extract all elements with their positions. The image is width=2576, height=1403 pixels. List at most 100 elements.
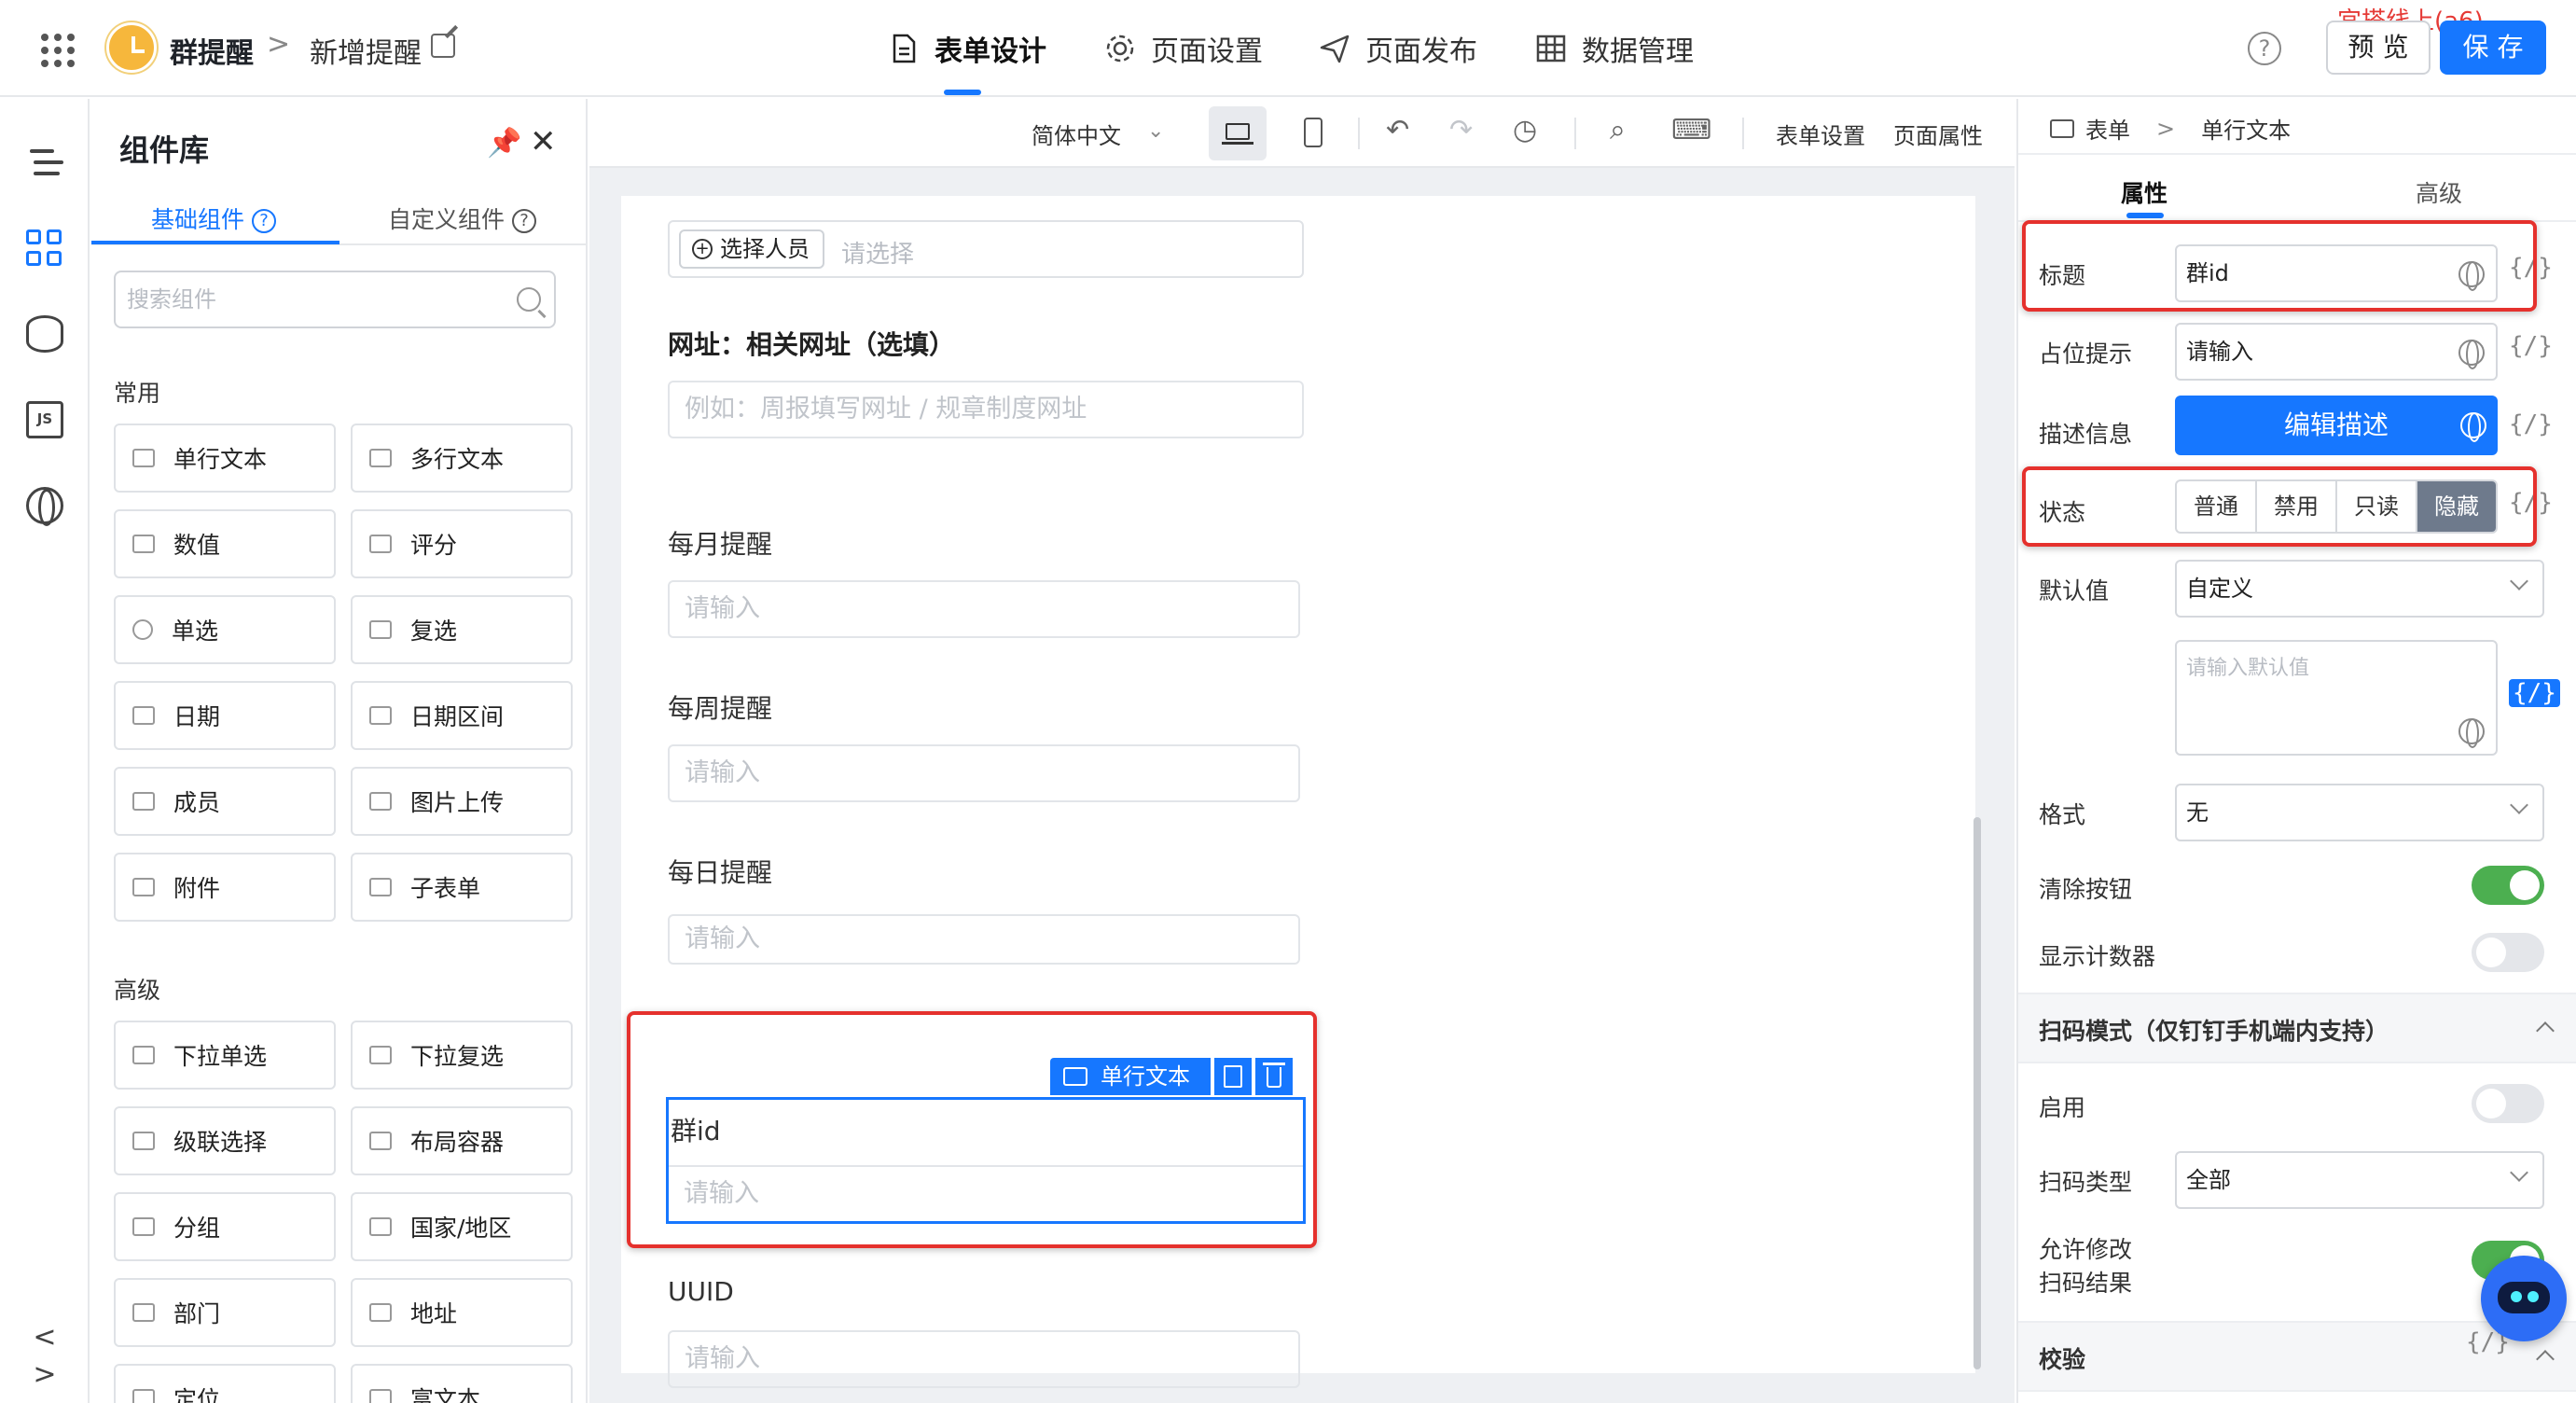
language-select[interactable]: 简体中文 <box>1032 118 1121 150</box>
app-name[interactable]: 群提醒 <box>170 30 254 71</box>
pin-icon[interactable]: 📌 <box>487 127 521 160</box>
component-item[interactable]: 单行文本 <box>114 424 336 493</box>
variable-binding-icon[interactable]: {/} <box>2509 679 2560 707</box>
i18n-globe-icon[interactable] <box>26 487 63 526</box>
member-picker[interactable]: + 选择人员 请选择 <box>668 220 1304 278</box>
scan-enable-toggle[interactable] <box>2472 1084 2544 1123</box>
code-icon[interactable]: < > <box>26 1319 63 1391</box>
edit-name-icon[interactable] <box>431 34 455 58</box>
highlight-annotation <box>2022 220 2537 312</box>
search-icon[interactable] <box>517 287 541 312</box>
component-type-icon <box>132 792 155 811</box>
default-mode-select[interactable]: 自定义 <box>2175 560 2544 618</box>
component-item[interactable]: 富文本 <box>351 1364 573 1403</box>
component-item[interactable]: 分组 <box>114 1192 336 1261</box>
mobile-view-icon[interactable] <box>1304 118 1323 147</box>
component-type-icon <box>369 878 392 896</box>
scan-type-select[interactable]: 全部 <box>2175 1151 2544 1209</box>
uuid-input[interactable]: 请输入 <box>668 1330 1300 1388</box>
counter-toggle[interactable] <box>2472 933 2544 972</box>
scan-type-label: 扫码类型 <box>2039 1169 2133 1196</box>
help-icon[interactable]: ? <box>2248 32 2281 65</box>
component-item[interactable]: 布局容器 <box>351 1106 573 1175</box>
clear-button-toggle[interactable] <box>2472 866 2544 905</box>
component-item[interactable]: 复选 <box>351 595 573 664</box>
tab-custom-components[interactable]: 自定义组件? <box>388 201 537 235</box>
placeholder-input[interactable]: 请输入 <box>2175 323 2498 381</box>
component-item[interactable]: 级联选择 <box>114 1106 336 1175</box>
select-person-button[interactable]: + 选择人员 <box>679 229 824 269</box>
component-item[interactable]: 图片上传 <box>351 767 573 836</box>
component-item-label: 成员 <box>173 789 221 816</box>
desktop-view-button[interactable] <box>1209 106 1267 160</box>
component-item[interactable]: 附件 <box>114 853 336 922</box>
component-item-label: 地址 <box>410 1300 458 1327</box>
component-item[interactable]: 部门 <box>114 1278 336 1347</box>
components-icon[interactable] <box>26 229 63 267</box>
keyboard-icon[interactable]: ⌨ <box>1671 114 1711 146</box>
redo-icon[interactable]: ↷ <box>1449 114 1473 146</box>
component-search-input[interactable] <box>116 272 489 326</box>
component-item[interactable]: 下拉单选 <box>114 1021 336 1090</box>
apps-grid-icon[interactable] <box>41 34 75 67</box>
format-select[interactable]: 无 <box>2175 784 2544 841</box>
component-type-icon <box>132 878 155 896</box>
scan-mode-section[interactable]: 扫码模式（仅钉钉手机端内支持） <box>2018 993 2576 1063</box>
form-settings-button[interactable]: 表单设置 <box>1776 118 1865 150</box>
save-button[interactable]: 保 存 <box>2440 21 2546 75</box>
uuid-label: UUID <box>668 1276 734 1307</box>
outline-tree-icon[interactable] <box>26 146 63 183</box>
component-item[interactable]: 单选 <box>114 595 336 664</box>
tab-advanced[interactable]: 高级 <box>2416 175 2462 209</box>
tab-page-settings[interactable]: 页面设置 <box>1104 28 1263 69</box>
edit-description-button[interactable]: 编辑描述 <box>2175 396 2498 455</box>
properties-panel: 表单 > 单行文本 属性 高级 标题 群id {/} 占位提示 请输入 {/} … <box>2016 99 2576 1403</box>
active-tab-indicator <box>944 90 981 95</box>
divider <box>1358 118 1360 149</box>
component-item-label: 单选 <box>172 618 219 645</box>
i18n-globe-icon[interactable] <box>2458 340 2485 369</box>
component-item[interactable]: 多行文本 <box>351 424 573 493</box>
component-item[interactable]: 日期区间 <box>351 681 573 750</box>
close-icon[interactable]: ✕ <box>530 123 557 160</box>
monthly-reminder-input[interactable]: 请输入 <box>668 580 1300 638</box>
datasource-icon[interactable] <box>26 315 63 353</box>
format-label: 格式 <box>2039 801 2086 828</box>
ai-assistant-robot-icon[interactable] <box>2481 1256 2567 1341</box>
variable-binding-icon[interactable]: {/} <box>2509 332 2553 360</box>
variable-binding-icon[interactable]: {/} <box>2509 410 2553 438</box>
chevron-down-icon <box>2510 572 2528 590</box>
enable-label: 启用 <box>2039 1094 2086 1121</box>
question-icon[interactable]: ? <box>512 209 537 233</box>
search-icon[interactable]: ⌕ <box>1610 114 1626 146</box>
url-input[interactable]: 例如：周报填写网址 / 规章制度网址 <box>668 381 1304 438</box>
tab-properties[interactable]: 属性 <box>2121 175 2167 209</box>
component-item[interactable]: 日期 <box>114 681 336 750</box>
crumb-form[interactable]: 表单 <box>2085 112 2130 145</box>
i18n-globe-icon[interactable] <box>2458 718 2485 748</box>
tab-form-design[interactable]: 表单设计 <box>888 28 1046 69</box>
tab-basic-components[interactable]: 基础组件? <box>151 201 277 235</box>
component-item[interactable]: 下拉复选 <box>351 1021 573 1090</box>
weekly-reminder-input[interactable]: 请输入 <box>668 744 1300 802</box>
question-icon[interactable]: ? <box>252 209 277 233</box>
tab-page-publish[interactable]: 页面发布 <box>1319 28 1477 69</box>
component-item[interactable]: 评分 <box>351 509 573 578</box>
i18n-globe-icon[interactable] <box>2460 412 2486 442</box>
component-item[interactable]: 成员 <box>114 767 336 836</box>
js-icon[interactable]: JS <box>26 401 63 438</box>
component-item[interactable]: 定位 <box>114 1364 336 1403</box>
undo-icon[interactable]: ↶ <box>1386 114 1409 146</box>
default-value-textarea[interactable]: 请输入默认值 <box>2175 640 2498 756</box>
component-item[interactable]: 子表单 <box>351 853 573 922</box>
history-clock-icon[interactable]: ◷ <box>1513 114 1537 146</box>
daily-reminder-input[interactable]: 请输入 <box>668 914 1300 965</box>
component-item[interactable]: 国家/地区 <box>351 1192 573 1261</box>
canvas-scrollbar[interactable] <box>1974 817 1981 1369</box>
form-icon <box>2050 118 2074 138</box>
component-item[interactable]: 数值 <box>114 509 336 578</box>
page-properties-button[interactable]: 页面属性 <box>1893 118 1983 150</box>
tab-data-manage[interactable]: 数据管理 <box>1535 28 1694 69</box>
preview-button[interactable]: 预 览 <box>2326 21 2431 75</box>
component-item[interactable]: 地址 <box>351 1278 573 1347</box>
